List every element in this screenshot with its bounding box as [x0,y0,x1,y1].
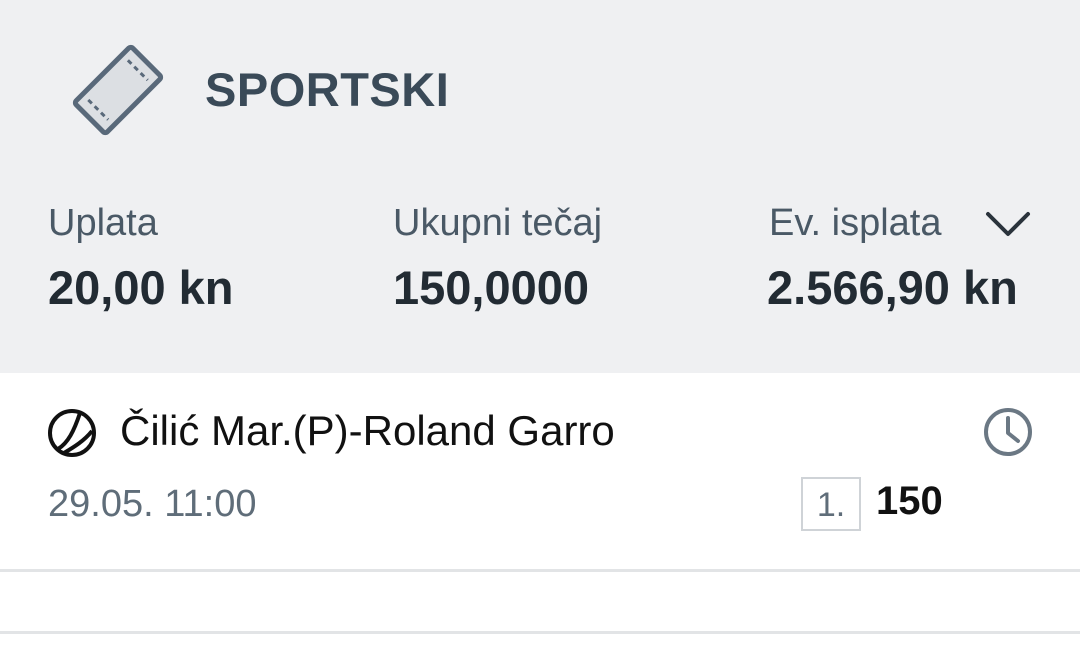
ticket-type-title: SPORTSKI [205,63,450,116]
ticket-summary-header: SPORTSKI Uplata 20,00 kn Ukupni tečaj 15… [0,0,1080,373]
match-datetime: 29.05. 11:00 [48,483,257,525]
pick-badge: 1. [801,477,861,531]
total-odds-value: 150,0000 [393,261,590,314]
total-odds-label: Ukupni tečaj [393,202,603,244]
stake-value: 20,00 kn [48,261,234,314]
potential-payout-value: 2.566,90 kn [767,261,1018,314]
tennis-ball-icon [48,409,96,457]
match-row[interactable]: Čilić Mar.(P)-Roland Garro 29.05. 11:00 … [0,373,1080,569]
clock-icon [984,408,1032,456]
pick-odd: 150 [876,479,943,523]
chevron-down-icon[interactable] [984,204,1032,244]
stake-label: Uplata [48,202,158,244]
row-divider [0,631,1080,634]
match-name: Čilić Mar.(P)-Roland Garro [120,407,615,454]
potential-payout-label: Ev. isplata [769,202,942,244]
empty-row [0,572,1080,631]
ticket-icon [72,44,164,136]
